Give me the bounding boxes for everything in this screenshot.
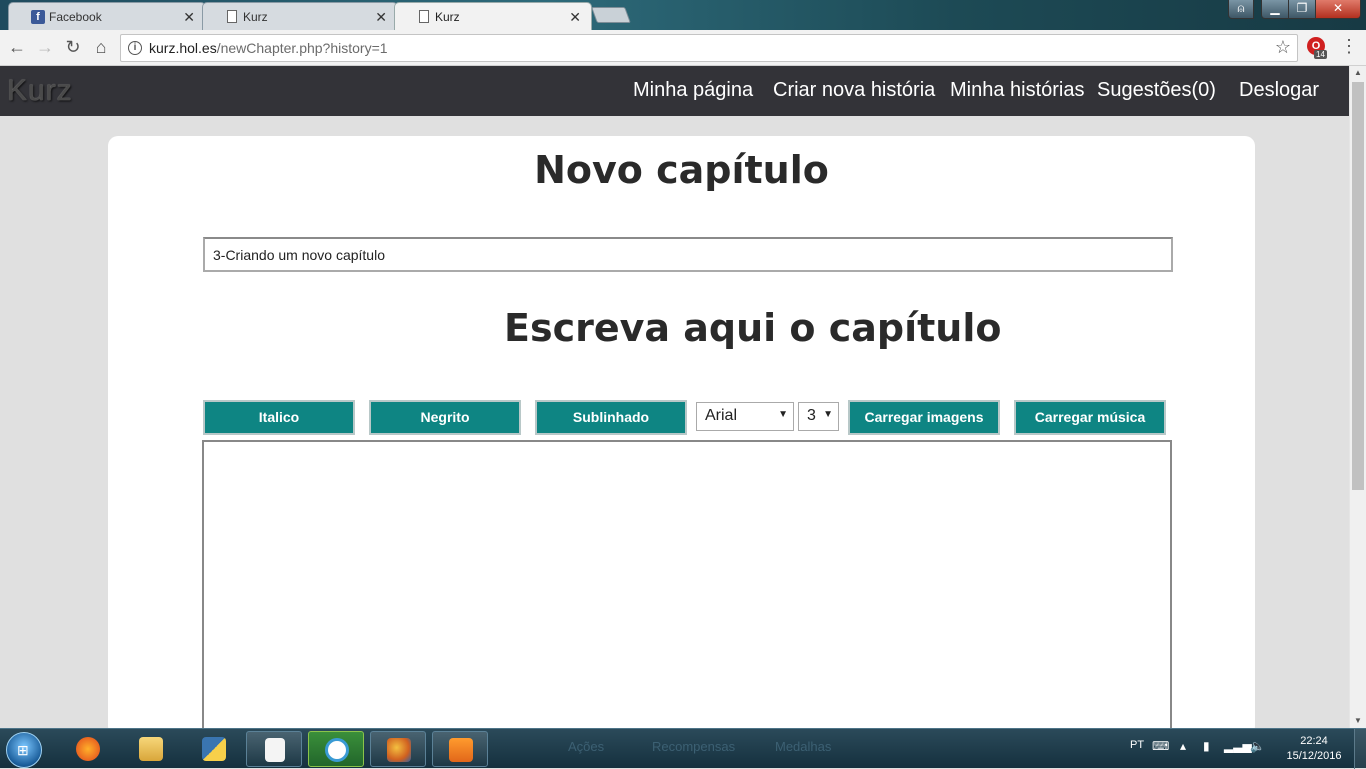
nav-new-story[interactable]: Criar nova história [773,79,935,102]
user-icon[interactable]: ⍝ [1228,0,1254,19]
italic-button[interactable]: Italico [203,400,355,435]
tab-kurz-1[interactable]: Kurz ✕ [202,2,398,30]
font-size-value: 3 [807,407,816,424]
menu-icon[interactable]: ⋮ [1340,37,1358,55]
home-icon[interactable]: ⌂ [89,36,113,60]
show-desktop-button[interactable] [1354,729,1366,769]
scroll-thumb[interactable] [1352,82,1364,490]
chapter-title-input[interactable]: 3-Criando um novo capítulo [203,237,1173,272]
nav-my-stories[interactable]: Minha histórias [950,79,1085,102]
nav-suggestions[interactable]: Sugestões(0) [1097,79,1216,102]
back-arrow-icon[interactable]: ← [5,36,29,60]
tab-kurz-active[interactable]: Kurz ✕ [394,2,592,30]
reload-icon[interactable]: ↻ [61,36,85,60]
tab-label: Facebook [49,10,102,24]
font-family-value: Arial [705,407,738,424]
chapter-editor[interactable] [202,440,1172,740]
windows-taskbar: ⊞ Ações Recompensas Medalhas PT ⌨ ▴ ▮ ▂▃… [0,728,1366,769]
dropdown-arrow-icon: ▼ [778,409,788,420]
volume-icon[interactable]: 🔈 [1250,739,1265,753]
browser-tab-bar: f Facebook ✕ Kurz ✕ Kurz ✕ ⍝ ▁ ❐ ✕ [0,0,1366,30]
content-card: Novo capítulo 3-Criando um novo capítulo… [108,136,1255,740]
paint-taskbar-icon[interactable] [370,731,426,767]
dropdown-arrow-icon: ▼ [823,409,833,420]
clock-time: 22:24 [1300,735,1328,747]
tab-facebook[interactable]: f Facebook ✕ [8,2,206,30]
clock-date: 15/12/2016 [1286,750,1342,762]
facebook-icon: f [31,10,45,24]
background-text: Recompensas [652,739,736,754]
address-bar[interactable]: i kurz.hol.es/newChapter.php?history=1 ☆ [120,34,1298,62]
bold-button[interactable]: Negrito [369,400,521,435]
media-player-taskbar-icon[interactable] [432,731,488,767]
url-path: /newChapter.php?history=1 [216,40,388,56]
language-indicator[interactable]: PT [1130,739,1144,751]
system-clock[interactable]: 22:24 15/12/2016 [1280,734,1348,764]
extension-badge: 14 [1314,50,1327,59]
scroll-up-icon[interactable]: ▲ [1350,66,1366,80]
start-button[interactable]: ⊞ [6,732,42,768]
tab-label: Kurz [435,10,460,24]
scroll-down-icon[interactable]: ▼ [1350,714,1366,728]
minimize-button[interactable]: ▁ [1261,0,1289,19]
windows-logo-icon: ⊞ [17,742,29,758]
info-icon[interactable]: i [128,41,142,55]
close-icon[interactable]: ✕ [569,9,581,26]
editor-heading: Escreva aqui o capítulo [504,306,1002,350]
background-text: Ações [568,739,605,754]
utorrent-taskbar-icon[interactable] [308,731,364,767]
font-family-select[interactable]: Arial ▼ [696,402,794,431]
bookmark-star-icon[interactable]: ☆ [1275,37,1291,58]
close-window-button[interactable]: ✕ [1315,0,1361,19]
forward-arrow-icon[interactable]: → [33,36,57,60]
font-size-select[interactable]: 3 ▼ [798,402,839,431]
background-text: Medalhas [775,739,832,754]
python-taskbar-icon[interactable] [186,731,242,767]
nav-my-page[interactable]: Minha página [633,79,753,102]
network-icon[interactable]: ▂▃▅ [1224,739,1252,753]
document-icon [227,10,237,23]
keyboard-icon[interactable]: ⌨ [1152,739,1169,753]
document-icon [419,10,429,23]
vertical-scrollbar[interactable]: ▲ ▼ [1349,66,1366,728]
notepad-taskbar-icon[interactable] [246,731,302,767]
close-icon[interactable]: ✕ [375,9,387,26]
battery-icon[interactable]: ▮ [1203,739,1210,753]
tab-label: Kurz [243,10,268,24]
firefox-taskbar-icon[interactable] [60,731,116,767]
upload-music-button[interactable]: Carregar música [1014,400,1166,435]
page-title: Novo capítulo [534,148,829,192]
underline-button[interactable]: Sublinhado [535,400,687,435]
maximize-button[interactable]: ❐ [1288,0,1316,19]
site-navbar: Kurz Minha página Criar nova história Mi… [0,66,1349,116]
file-explorer-taskbar-icon[interactable] [123,731,179,767]
tray-expand-icon[interactable]: ▴ [1180,739,1186,753]
nav-logout[interactable]: Deslogar [1239,79,1319,102]
url-host: kurz.hol.es [149,40,217,56]
upload-images-button[interactable]: Carregar imagens [848,400,1000,435]
site-logo[interactable]: Kurz [7,74,73,108]
close-icon[interactable]: ✕ [183,9,195,26]
new-tab-button[interactable] [591,7,631,23]
